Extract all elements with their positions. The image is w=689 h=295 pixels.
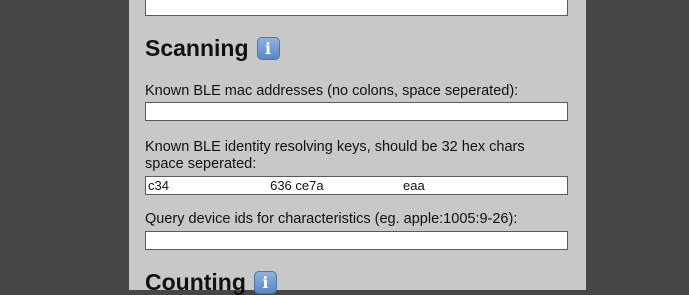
scanning-title: Scanning (145, 35, 249, 61)
ble-mac-addresses-input[interactable] (145, 102, 568, 121)
settings-panel: Scanning i Known BLE mac addresses (no c… (129, 0, 586, 294)
ble-irk-input[interactable]: c34 636 ce7a eaa (145, 176, 568, 195)
previous-section-input[interactable] (145, 0, 568, 16)
counting-heading: Counting i (145, 271, 277, 294)
query-device-ids-label: Query device ids for characteristics (eg… (145, 211, 518, 227)
ble-mac-addresses-label: Known BLE mac addresses (no colons, spac… (145, 83, 519, 99)
scanning-heading: Scanning i (145, 37, 280, 60)
ble-irk-label: Known BLE identity resolving keys, shoul… (145, 139, 525, 172)
counting-title: Counting (145, 269, 246, 295)
information-icon[interactable]: i (256, 37, 280, 60)
information-icon[interactable]: i (253, 271, 277, 294)
query-device-ids-input[interactable] (145, 231, 568, 250)
